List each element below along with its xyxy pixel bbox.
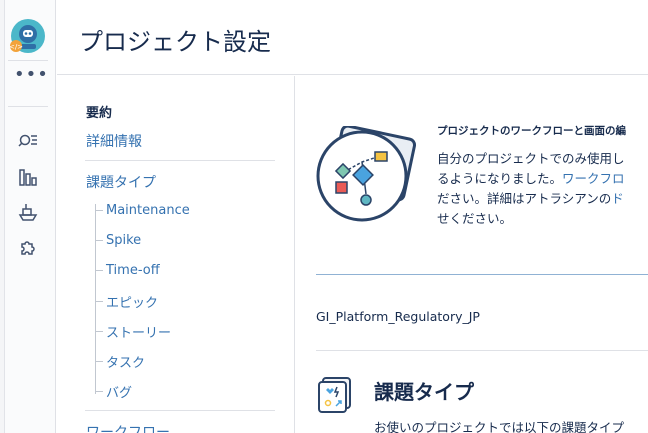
nav-sub-label: ストーリー [106,326,172,341]
rail-divider [8,60,48,61]
nav-sub-label: エピック [106,296,159,311]
section-description: お使いのプロジェクトでは以下の課題タイプ [374,420,625,433]
nav-sub-maintenance[interactable]: Maintenance [95,203,190,218]
project-avatar[interactable]: </> [9,18,46,54]
nav-sub-label: バグ [106,386,133,401]
search-list-icon[interactable] [16,129,40,153]
workflow-illustration [314,124,418,226]
sidebar-edge [0,0,5,433]
notice-text: 自分のプロジェクトでのみ使用し るようになりました。ワークフロ ださい。詳細はア… [437,149,648,229]
ship-icon[interactable] [16,200,40,224]
nav-sub-time-off[interactable]: Time-off [95,263,160,278]
nav-link-details[interactable]: 詳細情報 [86,131,142,151]
notice-line: せください。 [437,211,513,226]
nav-divider [85,410,275,411]
nav-link-workflow[interactable]: ワークフロー [86,422,170,433]
content-divider [316,274,648,275]
nav-sub-label: Maintenance [106,203,190,218]
nav-heading-summary: 要約 [86,106,113,121]
notice-line: 自分のプロジェクトでのみ使用し [437,151,625,166]
section-title-issue-types: 課題タイプ [374,380,474,404]
notice-line: ださい。詳細はアトラシアンのド [437,189,648,209]
notice-line-text: ださい。詳細はアトラシアンの [437,191,612,206]
nav-sub-label: タスク [106,356,146,371]
nav-sub-label: Time-off [106,263,160,278]
nav-sub-bug[interactable]: バグ [95,382,132,401]
notice-line: るようになりました。ワークフロ [437,169,648,189]
board-icon[interactable] [16,166,40,190]
project-name: GI_Platform_Regulatory_JP [316,309,480,324]
page-title: プロジェクト設定 [79,28,271,56]
docs-link[interactable]: ド [611,191,624,206]
nav-divider [85,160,275,161]
content-divider [316,350,648,351]
nav-sub-epic[interactable]: エピック [95,292,158,311]
nav-sub-label: Spike [106,233,142,248]
rail-divider [8,106,48,107]
issue-types-icon [318,377,352,413]
nav-link-issue-types[interactable]: 課題タイプ [86,172,156,192]
notice-title: プロジェクトのワークフローと画面の編 [437,125,626,137]
nav-sub-spike[interactable]: Spike [95,233,141,248]
workflow-link[interactable]: ワークフロ [562,171,625,186]
nav-sub-story[interactable]: ストーリー [95,322,171,341]
page-header: プロジェクト設定 [57,0,648,75]
puzzle-icon[interactable] [16,236,40,260]
main-content: プロジェクトのワークフローと画面の編 自分のプロジェクトでのみ使用し るようにな… [296,76,648,433]
settings-nav: 要約 詳細情報 課題タイプ Maintenance Spike Time-off… [57,76,295,433]
global-sidebar: </> ••• [0,0,56,433]
svg-text:</>: </> [10,43,23,51]
nav-sub-task[interactable]: タスク [95,352,145,371]
more-button[interactable]: ••• [14,66,48,88]
notice-line-text: るようになりました。 [437,171,563,186]
